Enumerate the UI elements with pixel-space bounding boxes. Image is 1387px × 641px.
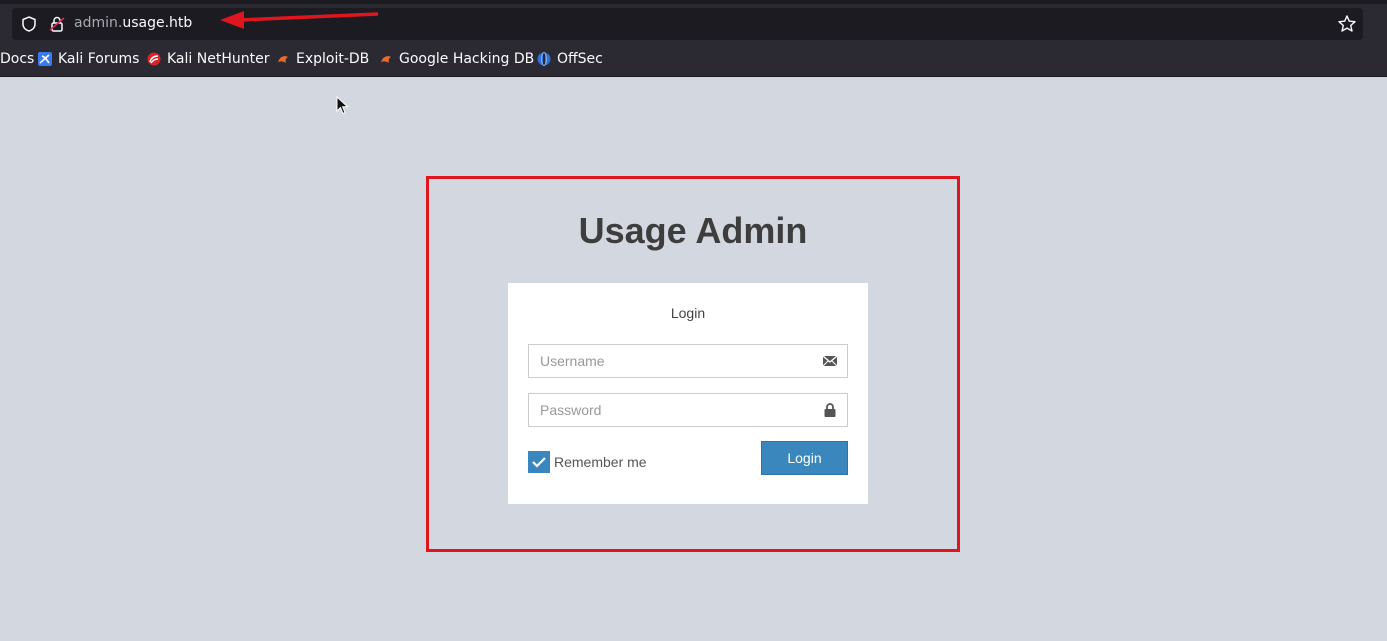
username-field[interactable] <box>528 344 848 378</box>
login-panel: Login Remember me Login <box>508 283 868 504</box>
bookmark-exploit-db[interactable]: Exploit-DB <box>276 51 369 67</box>
login-button[interactable]: Login <box>761 441 848 475</box>
lock-icon <box>824 403 836 417</box>
shield-icon[interactable] <box>20 15 38 33</box>
bookmark-label: Exploit-DB <box>296 51 370 67</box>
remember-me-label: Remember me <box>554 454 647 470</box>
annotation-arrow <box>220 11 379 29</box>
bookmark-label: Kali NetHunter <box>167 51 270 67</box>
bookmark-google-hacking-db[interactable]: Google Hacking DB <box>379 51 534 67</box>
bookmark-label: Docs <box>0 51 35 67</box>
remember-me[interactable]: Remember me <box>528 451 647 473</box>
username-input[interactable] <box>540 345 810 377</box>
bookmark-label: Google Hacking DB <box>399 51 535 67</box>
tab-strip <box>0 0 1387 4</box>
browser-chrome: admin.usage.htb Docs Kali Forums Kali Ne… <box>0 0 1387 77</box>
bookmark-offsec[interactable]: OffSec <box>537 51 603 67</box>
offsec-icon <box>537 52 551 66</box>
login-panel-title: Login <box>670 305 706 321</box>
bookmark-label: OffSec <box>557 51 603 67</box>
url-text[interactable]: admin.usage.htb <box>74 15 192 31</box>
password-input[interactable] <box>540 394 810 426</box>
kali-forums-icon <box>38 52 52 66</box>
address-bar[interactable]: admin.usage.htb <box>12 8 1363 40</box>
mouse-cursor-icon <box>336 96 349 115</box>
insecure-lock-icon[interactable] <box>48 15 66 33</box>
password-field[interactable] <box>528 393 848 427</box>
envelope-icon <box>822 355 838 367</box>
bookmark-kali-nethunter[interactable]: Kali NetHunter <box>147 51 269 67</box>
remember-me-checkbox[interactable] <box>528 451 550 473</box>
kali-nethunter-icon <box>147 52 161 66</box>
bookmark-kali-forums[interactable]: Kali Forums <box>38 51 139 67</box>
checkmark-icon <box>532 457 546 468</box>
bookmark-star-icon[interactable] <box>1337 14 1357 34</box>
bookmark-docs[interactable]: Docs <box>0 51 34 67</box>
page-title: Usage Admin <box>578 210 808 251</box>
url-domain: usage.htb <box>122 15 193 31</box>
exploit-db-icon <box>278 56 288 63</box>
exploit-db-icon <box>381 56 391 63</box>
bookmarks-toolbar: Docs Kali Forums Kali NetHunter Exploit-… <box>0 46 1387 74</box>
url-subdomain: admin. <box>74 15 123 31</box>
bookmark-label: Kali Forums <box>58 51 140 67</box>
